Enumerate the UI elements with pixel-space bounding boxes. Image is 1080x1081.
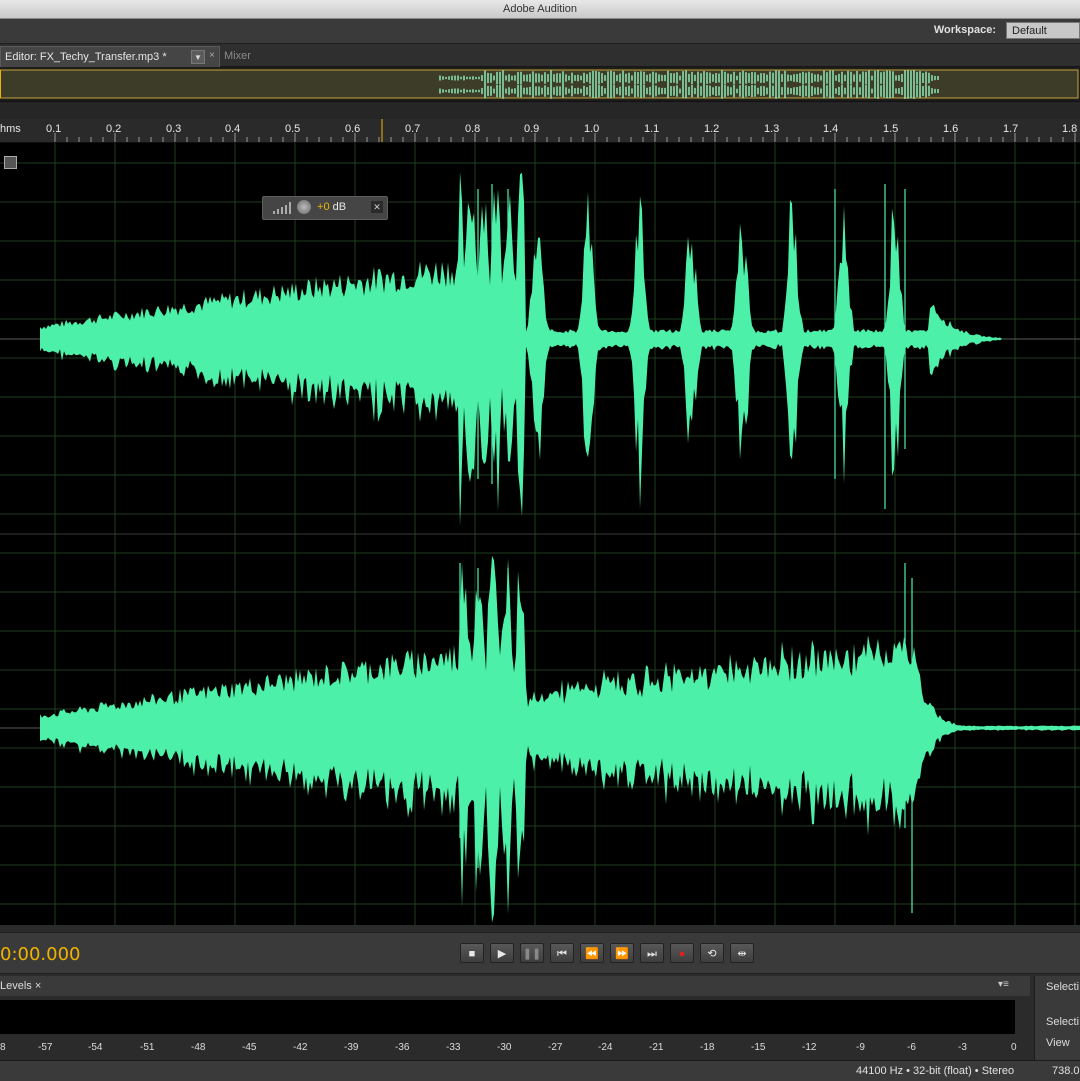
level-scale-tick: -54	[88, 1042, 103, 1053]
level-scale-tick: -6	[907, 1042, 916, 1053]
workspace-bar: Workspace: Default	[0, 19, 1080, 44]
level-scale-tick: -48	[191, 1042, 206, 1053]
tab-mixer[interactable]: Mixer	[224, 50, 251, 62]
level-scale-tick: -18	[700, 1042, 715, 1053]
close-tab-icon[interactable]: ×	[209, 50, 215, 61]
audio-format-info: 44100 Hz • 32-bit (float) • Stereo	[856, 1065, 1015, 1077]
view-row-label: View	[1046, 1037, 1070, 1049]
level-scale-tick: -45	[242, 1042, 257, 1053]
panel-tab-bar: Editor: FX_Techy_Transfer.mp3 * ▼ × Mixe…	[0, 44, 1080, 67]
transport-bar: 0:00.000 ■ ▶ ❚❚ ⏮ ⏪ ⏩ ⏭ ● ⟲ ⇹	[0, 932, 1080, 974]
close-levels-icon[interactable]: ×	[35, 980, 41, 992]
levels-scale: 8 -57 -54 -51 -48 -45 -42 -39 -36 -33 -3…	[0, 1040, 1030, 1058]
pin-icon[interactable]: ✕	[371, 201, 383, 213]
skip-selection-button[interactable]: ⇹	[730, 943, 754, 963]
zoom-strip	[0, 102, 1080, 119]
level-scale-tick: -3	[958, 1042, 967, 1053]
app-title: Adobe Audition	[502, 3, 577, 15]
level-scale-tick: -9	[856, 1042, 865, 1053]
tab-editor[interactable]: Editor: FX_Techy_Transfer.mp3 * ▼ ×	[0, 46, 220, 67]
record-button[interactable]: ●	[670, 943, 694, 963]
stop-button[interactable]: ■	[460, 943, 484, 963]
pause-icon: ❚❚	[522, 948, 542, 960]
time-ruler[interactable]: hms 0.1 0.2 0.3 0.4 0.5 0.6 0.7 0.8 0.9 …	[0, 119, 1080, 143]
amplitude-value[interactable]: +0 dB	[317, 201, 346, 213]
play-button[interactable]: ▶	[490, 943, 514, 963]
waveform-display[interactable]	[0, 143, 1080, 925]
level-scale-tick: -51	[140, 1042, 155, 1053]
file-dropdown-icon[interactable]: ▼	[191, 50, 205, 64]
tab-editor-label: Editor: FX_Techy_Transfer.mp3 *	[5, 51, 167, 63]
level-scale-tick: -12	[802, 1042, 817, 1053]
amplitude-number: 0	[323, 201, 330, 213]
fast-forward-button[interactable]: ⏩	[610, 943, 634, 963]
pause-button[interactable]: ❚❚	[520, 943, 544, 963]
status-bar: 44100 Hz • 32-bit (float) • Stereo 738.0	[0, 1060, 1080, 1081]
loop-icon: ⟲	[707, 948, 717, 960]
selection-row-label: Selecti	[1046, 1016, 1080, 1028]
selection-view-panel: Selecti Selecti View	[1034, 976, 1080, 1060]
ruler-tick-marks	[54, 119, 1076, 142]
level-scale-tick: -33	[446, 1042, 461, 1053]
rewind-button[interactable]: ⏪	[580, 943, 604, 963]
play-icon: ▶	[497, 948, 507, 960]
skip-selection-icon: ⇹	[737, 948, 747, 960]
amplitude-unit: dB	[332, 201, 347, 213]
skip-forward-icon: ⏭	[647, 948, 657, 960]
left-channel-waveform	[40, 171, 1080, 527]
panel-menu-icon[interactable]: ▾≡	[998, 979, 1009, 990]
level-scale-tick: -27	[548, 1042, 563, 1053]
volume-bars-icon	[273, 202, 291, 214]
level-meter-display	[0, 1000, 1015, 1034]
fast-forward-icon: ⏩	[615, 948, 629, 960]
overview-navigator[interactable]	[0, 67, 1080, 102]
level-scale-tick: -15	[751, 1042, 766, 1053]
level-scale-tick: -42	[293, 1042, 308, 1053]
stop-icon: ■	[468, 948, 476, 960]
levels-label: Levels	[0, 980, 32, 992]
levels-panel-header: Levels × ▾≡	[0, 976, 1030, 996]
workspace-select[interactable]: Default	[1006, 22, 1080, 39]
amplitude-hud[interactable]: +0 dB ✕	[262, 196, 388, 220]
go-to-start-button[interactable]: ⏮	[550, 943, 574, 963]
workspace-label: Workspace:	[933, 24, 996, 36]
waveform-canvas[interactable]	[0, 143, 1080, 925]
timecode-display[interactable]: 0:00.000	[0, 944, 81, 965]
tab-levels[interactable]: Levels ×	[0, 980, 41, 992]
levels-meter	[0, 998, 1030, 1038]
level-scale-tick: -36	[395, 1042, 410, 1053]
level-scale-tick: -39	[344, 1042, 359, 1053]
loop-button[interactable]: ⟲	[700, 943, 724, 963]
file-size-info: 738.0	[1052, 1065, 1080, 1077]
record-icon: ●	[678, 948, 686, 960]
level-scale-tick: -24	[598, 1042, 613, 1053]
level-scale-tick: 8	[0, 1042, 6, 1053]
amplitude-knob[interactable]	[297, 200, 311, 214]
rewind-icon: ⏪	[585, 948, 599, 960]
level-scale-tick: -30	[497, 1042, 512, 1053]
channel-toggle-icon[interactable]	[4, 156, 17, 169]
skip-back-icon: ⏮	[557, 948, 567, 960]
level-scale-tick: 0	[1011, 1042, 1017, 1053]
overview-waveform	[0, 69, 1079, 99]
selection-panel-tab[interactable]: Selecti	[1046, 981, 1079, 993]
window-title-bar: Adobe Audition	[0, 0, 1080, 19]
level-scale-tick: -21	[649, 1042, 664, 1053]
right-channel-waveform	[40, 555, 1080, 923]
level-scale-tick: -57	[38, 1042, 53, 1053]
go-to-end-button[interactable]: ⏭	[640, 943, 664, 963]
